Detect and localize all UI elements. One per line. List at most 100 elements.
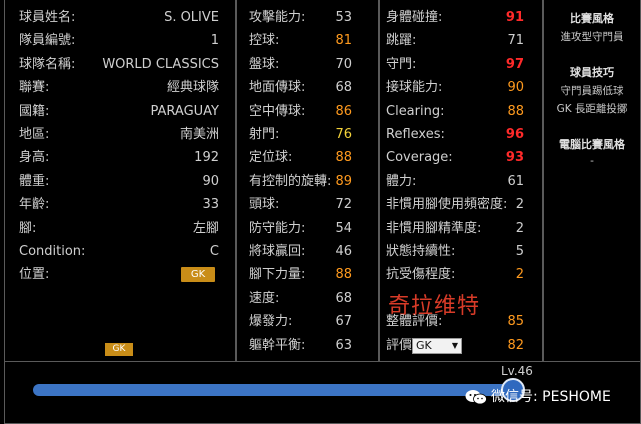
- attribute-row: Clearing: 88: [380, 100, 542, 123]
- attribute-value: 81: [335, 33, 352, 49]
- profile-value: WORLD CLASSICS: [102, 56, 219, 72]
- profile-label: 隊員編號:: [19, 33, 76, 49]
- attribute-row: 射門: 76: [237, 123, 378, 146]
- rating-position-select[interactable]: GK ▼: [412, 337, 462, 354]
- level-panel: Lv.46 微信号: PESHOME: [4, 362, 641, 424]
- profile-value: 1: [210, 33, 219, 49]
- attribute-label: 將球贏回:: [249, 244, 306, 259]
- attribute-value: 63: [335, 337, 352, 353]
- ai-style-title: 電腦比賽風格: [559, 138, 625, 151]
- profile-value: 192: [194, 150, 219, 166]
- profile-row: 隊員編號: 1: [5, 29, 235, 52]
- profile-row: 年齡: 33: [5, 193, 235, 216]
- profile-row: 腳: 左腳: [5, 217, 235, 240]
- attribute-row: 頭球: 72: [237, 193, 378, 216]
- attribute-value: 88: [335, 267, 352, 283]
- attribute-label: Clearing:: [386, 103, 445, 119]
- profile-label: 腳:: [19, 220, 37, 236]
- attribute-row: 防守能力: 54: [237, 217, 378, 240]
- attributes-panel-2: 奇拉维特 身體碰撞: 91 跳躍: 71 守門: 97 接球能力: 90 Clearing: 88…: [379, 0, 543, 362]
- rating-select-value: GK: [416, 338, 432, 352]
- attribute-value: 96: [505, 127, 524, 142]
- profile-label: 國籍:: [19, 103, 50, 119]
- attribute-value: 72: [335, 197, 352, 213]
- play-style-value: 進攻型守門員: [560, 31, 624, 43]
- profile-value: 33: [202, 197, 219, 213]
- player-card: 球員姓名: S. OLIVE 隊員編號: 1 球隊名稱: WORLD CLASSICS 聯賽…: [0, 0, 641, 424]
- attribute-label: 防守能力:: [249, 220, 306, 236]
- attribute-row: 狀態持續性: 5: [380, 240, 542, 263]
- attribute-label: 狀態持續性:: [386, 244, 456, 259]
- attribute-row: 盤球: 70: [237, 53, 378, 76]
- profile-value: 南美洲: [179, 127, 219, 142]
- position-badge: GK: [181, 267, 215, 283]
- profile-value: C: [209, 244, 219, 259]
- attribute-row: 跳躍: 71: [380, 29, 542, 52]
- attribute-value: 2: [515, 220, 524, 236]
- level-label: Lv.46: [501, 364, 533, 378]
- profile-row: 球員姓名: S. OLIVE: [5, 6, 235, 29]
- attribute-label: 跳躍:: [386, 33, 417, 49]
- attribute-label: 攻擊能力:: [249, 10, 306, 25]
- attribute-row: 非慣用腳精準度: 2: [380, 217, 542, 240]
- watermark: 微信号: PESHOME: [465, 386, 611, 406]
- profile-row: 地區: 南美洲: [5, 123, 235, 146]
- attribute-label: 爆發力:: [249, 314, 293, 330]
- attribute-row: 將球贏回: 46: [237, 240, 378, 263]
- attribute-label: 非慣用腳精準度:: [386, 220, 482, 236]
- attribute-value: 71: [507, 33, 524, 49]
- attribute-row: 軀幹平衡: 63: [237, 334, 378, 357]
- attribute-value: 93: [505, 150, 524, 166]
- attribute-value: 67: [335, 314, 352, 330]
- profile-row: 聯賽: 經典球隊: [5, 76, 235, 99]
- attribute-value: 46: [335, 244, 352, 259]
- attribute-row: 守門: 97: [380, 53, 542, 76]
- attribute-value: 89: [335, 173, 352, 189]
- attribute-label: 腳下力量:: [249, 267, 306, 283]
- profile-label: 地區:: [19, 127, 50, 142]
- attribute-label: 速度:: [249, 290, 280, 306]
- attribute-value: 53: [335, 10, 352, 25]
- attribute-value: 61: [507, 173, 524, 189]
- profile-label: Condition:: [19, 244, 86, 259]
- profile-value: S. OLIVE: [164, 10, 219, 25]
- profile-row: 身高: 192: [5, 146, 235, 169]
- profile-row: 球隊名稱: WORLD CLASSICS: [5, 53, 235, 76]
- attribute-value: 86: [335, 103, 352, 119]
- attribute-label: 定位球:: [249, 150, 293, 166]
- profile-row: 體重: 90: [5, 170, 235, 193]
- attribute-value: 90: [507, 80, 524, 96]
- attribute-label: 有控制的旋轉:: [249, 173, 332, 189]
- attribute-label: 抗受傷程度:: [386, 267, 456, 283]
- attribute-label: 非慣用腳使用頻密度:: [386, 197, 508, 213]
- skill-item: GK 長距離投擲: [556, 103, 628, 115]
- level-slider-track[interactable]: [33, 384, 523, 396]
- attribute-value: 68: [335, 80, 352, 96]
- attribute-label: 空中傳球:: [249, 103, 306, 119]
- dropdown-arrow-icon: ▼: [451, 340, 458, 350]
- rating-row: 評價 GK ▼ 82: [380, 334, 542, 357]
- attribute-label: 地面傳球:: [249, 80, 306, 96]
- profile-value: 左腳: [192, 220, 219, 236]
- attribute-row: 控球: 81: [237, 29, 378, 52]
- attribute-row: 身體碰撞: 91: [380, 6, 542, 29]
- attribute-row: 非慣用腳使用頻密度: 2: [380, 193, 542, 216]
- attribute-label: 盤球:: [249, 56, 280, 72]
- profile-panel: 球員姓名: S. OLIVE 隊員編號: 1 球隊名稱: WORLD CLASSICS 聯賽…: [4, 0, 236, 362]
- attribute-label: 體力:: [386, 173, 417, 189]
- attribute-row: 空中傳球: 86: [237, 100, 378, 123]
- side-info-panel: 比賽風格 進攻型守門員 球員技巧 守門員踢低球 GK 長距離投擲 電腦比賽風格 …: [543, 0, 641, 362]
- attribute-row: 爆發力: 67: [237, 310, 378, 333]
- attribute-row: 接球能力: 90: [380, 76, 542, 99]
- position-badge-small: GK: [105, 343, 133, 356]
- attribute-value: 91: [505, 10, 524, 25]
- attribute-label: 控球:: [249, 33, 280, 49]
- profile-label: 位置:: [19, 267, 50, 283]
- attribute-row: 地面傳球: 68: [237, 76, 378, 99]
- rating-label: 評價: [386, 337, 413, 353]
- profile-row: 國籍: PARAGUAY: [5, 100, 235, 123]
- profile-label: 球隊名稱:: [19, 56, 76, 72]
- attribute-row: 定位球: 88: [237, 146, 378, 169]
- attribute-label: Reflexes:: [386, 127, 445, 142]
- profile-row: 位置: GK: [5, 263, 235, 286]
